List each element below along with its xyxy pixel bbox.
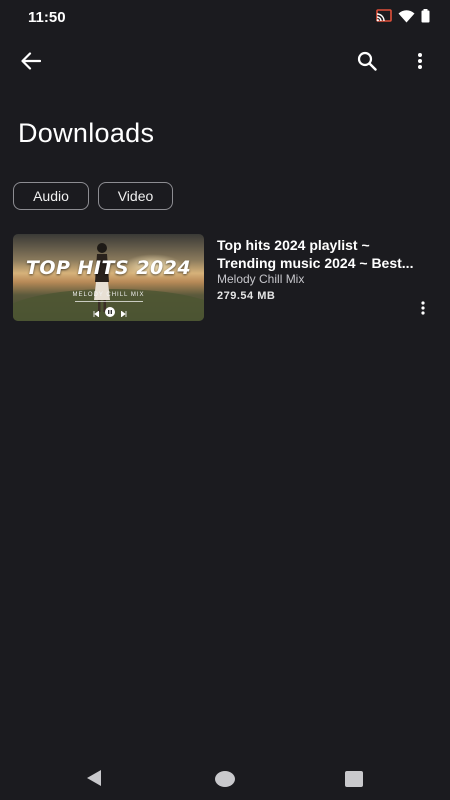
more-vert-icon [417,52,423,75]
download-title-line-2: Trending music 2024 ~ Best... [217,255,414,271]
download-size: 279.54 MB [217,290,276,302]
back-button[interactable] [14,48,48,78]
nav-recents-icon[interactable] [345,771,363,787]
nav-home-icon[interactable] [215,771,235,787]
thumbnail-player-controls [93,304,127,321]
status-icons [376,9,430,23]
search-icon [357,51,377,76]
overflow-menu-button[interactable] [408,48,432,78]
status-bar: 11:50 [0,0,450,36]
nav-back-icon[interactable] [85,769,103,792]
download-artist: Melody Chill Mix [217,272,305,286]
thumbnail-title: TOP HITS 2024 [25,257,192,279]
thumbnail-progress-line [75,301,143,302]
top-app-bar [0,40,450,86]
pause-icon [105,304,115,321]
status-time: 11:50 [28,9,66,26]
more-vert-icon [421,300,425,320]
video-thumbnail[interactable]: TOP HITS 2024 MELODY CHILL MIX [13,234,204,321]
skip-next-icon [120,304,127,321]
battery-icon [421,9,430,23]
page-title: Downloads [18,118,155,148]
download-list-item[interactable]: TOP HITS 2024 MELODY CHILL MIX Top hits … [13,234,438,322]
system-nav-bar [0,755,450,800]
item-overflow-button[interactable] [416,300,430,320]
arrow-back-icon [21,51,42,75]
download-title: Top hits 2024 playlist ~ Trending music … [217,236,427,272]
filter-chip-audio[interactable]: Audio [13,182,89,210]
download-title-line-1: Top hits 2024 playlist ~ [217,237,370,253]
skip-previous-icon [93,304,100,321]
cast-icon [376,9,392,23]
wifi-icon [398,9,415,23]
search-button[interactable] [350,48,384,78]
filter-chips: Audio Video [13,182,173,210]
filter-chip-video[interactable]: Video [98,182,173,210]
thumbnail-subtitle: MELODY CHILL MIX [72,292,145,298]
